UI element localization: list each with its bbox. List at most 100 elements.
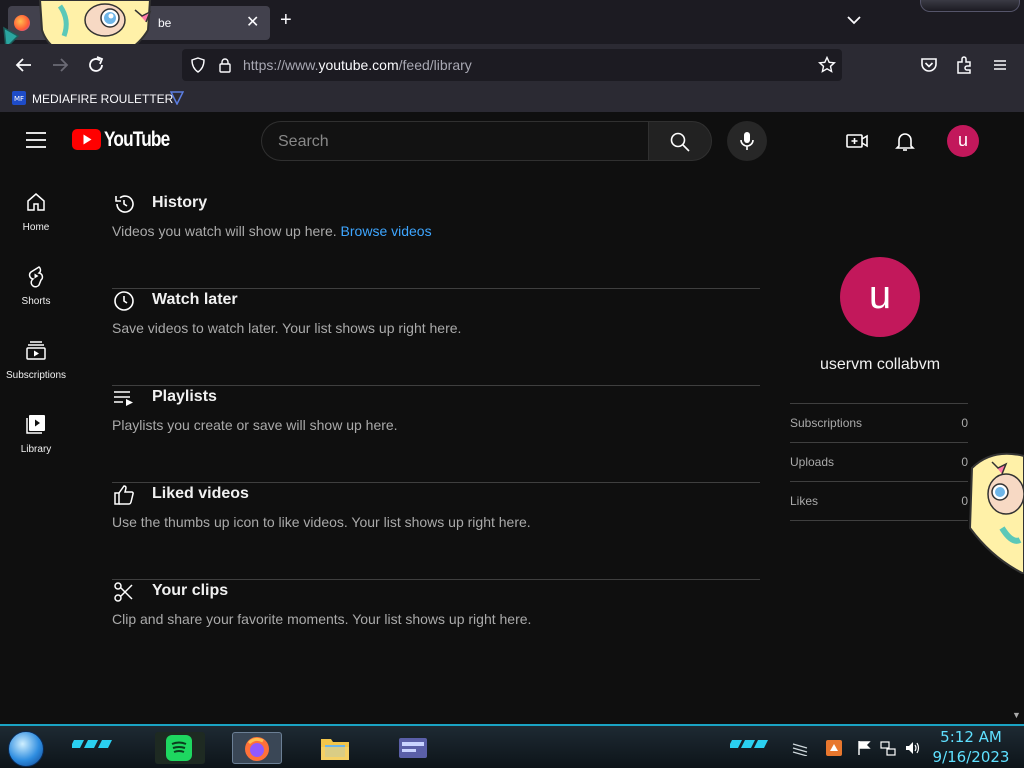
tab-title: be [158, 16, 172, 30]
scroll-down-arrow-icon[interactable]: ▼ [1012, 710, 1021, 720]
firefox-icon [245, 737, 269, 761]
stat-likes: Likes 0 [790, 481, 968, 520]
url-path: /feed/library [398, 57, 472, 73]
bookmark-second[interactable] [170, 91, 190, 106]
playlists-icon[interactable] [112, 386, 136, 410]
stat-label: Uploads [790, 455, 835, 469]
search-input[interactable]: Search [261, 121, 649, 161]
guide-item-shorts[interactable]: Shorts [0, 264, 72, 338]
taskbar-app-firefox[interactable] [232, 732, 282, 764]
search-icon [670, 132, 690, 152]
history-icon[interactable] [112, 192, 136, 216]
bookmark-icon [170, 91, 184, 105]
section-title[interactable]: History [152, 194, 207, 212]
clock-date[interactable]: 9/16/2023 [930, 748, 1012, 766]
create-video-icon[interactable] [845, 129, 869, 153]
home-icon [27, 193, 45, 211]
notifications-bell-icon[interactable] [893, 129, 917, 153]
bookmarks-toolbar: MF MEDIAFIRE ROULETTER [0, 86, 1024, 112]
address-bar[interactable]: https://www.youtube.com/feed/library [182, 49, 842, 81]
control-panel-icon [399, 738, 427, 758]
hamburger-menu-icon[interactable] [989, 54, 1011, 76]
section-description: Clip and share your favorite moments. Yo… [112, 611, 532, 627]
close-tab-icon[interactable]: ✕ [246, 12, 259, 32]
channel-name: uservm collabvm [819, 356, 941, 373]
voice-search-button[interactable] [727, 121, 767, 161]
browser-nav-bar: https://www.youtube.com/feed/library [0, 44, 1024, 86]
stat-subscriptions: Subscriptions 0 [790, 403, 968, 442]
section-title[interactable]: Your clips [152, 582, 228, 600]
search-placeholder: Search [278, 133, 329, 150]
youtube-page: YouTube Search u Home Shorts Subscriptio… [0, 112, 1024, 724]
section-description: Use the thumbs up icon to like videos. Y… [112, 514, 531, 530]
profile-avatar[interactable]: u [840, 257, 920, 337]
guide-item-home[interactable]: Home [0, 190, 72, 264]
logo-text: YouTube [104, 128, 170, 151]
guide-label: Library [20, 444, 52, 455]
show-desktop-icon[interactable] [792, 740, 808, 756]
forward-arrow-icon[interactable] [49, 54, 71, 76]
section-title[interactable]: Playlists [152, 388, 217, 406]
start-button[interactable] [8, 731, 44, 767]
taskbar-app-spotify[interactable] [155, 732, 205, 764]
section-description: Save videos to watch later. Your list sh… [112, 320, 462, 336]
chevron-down-icon[interactable] [844, 10, 864, 30]
watch-later-icon[interactable] [112, 289, 136, 313]
library-icon [26, 415, 45, 434]
reload-icon[interactable] [85, 54, 107, 76]
flag-icon[interactable] [856, 740, 872, 756]
stat-value: 0 [961, 416, 968, 430]
shield-icon[interactable] [190, 57, 206, 73]
guide-item-subscriptions[interactable]: Subscriptions [0, 338, 72, 412]
masthead: YouTube Search u [0, 112, 1024, 168]
section-description: Playlists you create or save will show u… [112, 417, 398, 433]
url-prefix: https://www. [243, 57, 319, 73]
lock-icon[interactable] [217, 57, 233, 73]
guide-menu-icon[interactable] [24, 130, 48, 150]
section-description: Videos you watch will show up here. Brow… [112, 223, 432, 239]
stat-label: Subscriptions [790, 416, 863, 430]
url-domain: youtube.com [318, 57, 399, 73]
browser-tab-bar: be ✕ + [0, 0, 1024, 60]
section-title[interactable]: Liked videos [152, 485, 249, 503]
guide-label: Shorts [21, 296, 51, 307]
taskbar: 5:12 AM 9/16/2023 [0, 724, 1024, 768]
thumbs-up-icon[interactable] [112, 483, 136, 507]
search-button[interactable] [648, 121, 712, 161]
section-your-clips: Your clips Clip and share your favorite … [112, 580, 760, 677]
pocket-icon[interactable] [918, 54, 940, 76]
clock-time[interactable]: 5:12 AM [930, 728, 1012, 746]
guide-label: Subscriptions [5, 370, 67, 381]
app-tray-icon[interactable] [826, 740, 842, 756]
taskbar-app-control-panel[interactable] [388, 732, 438, 764]
youtube-play-icon [72, 129, 101, 150]
extensions-icon[interactable] [953, 54, 975, 76]
window-frame-decoration [920, 0, 1020, 12]
bookmark-mediafire[interactable]: MF MEDIAFIRE ROULETTER [12, 91, 173, 106]
taskbar-decoration [72, 740, 112, 748]
back-arrow-icon[interactable] [13, 54, 35, 76]
bookmark-label: MEDIAFIRE ROULETTER [32, 92, 174, 106]
mediafire-icon: MF [12, 91, 26, 105]
section-desc-text: Videos you watch will show up here. [112, 223, 337, 239]
stats-divider [790, 520, 968, 521]
volume-icon[interactable] [904, 740, 920, 756]
subscriptions-icon [26, 341, 46, 360]
file-explorer-icon [321, 739, 349, 760]
taskbar-decoration [730, 740, 768, 748]
new-tab-button[interactable]: + [280, 10, 292, 30]
account-avatar[interactable]: u [947, 125, 979, 157]
stat-label: Likes [790, 494, 819, 508]
section-history: History Videos you watch will show up he… [112, 192, 760, 289]
section-liked-videos: Liked videos Use the thumbs up icon to l… [112, 483, 760, 580]
section-watch-later: Watch later Save videos to watch later. … [112, 289, 760, 386]
scissors-icon[interactable] [112, 580, 136, 604]
bookmark-star-icon[interactable] [818, 56, 836, 74]
guide-item-library[interactable]: Library [0, 412, 72, 486]
section-title[interactable]: Watch later [152, 291, 238, 309]
cartoon-sticker-image [968, 452, 1024, 574]
taskbar-app-file-explorer[interactable] [310, 732, 360, 764]
section-playlists: Playlists Playlists you create or save w… [112, 386, 760, 483]
browse-videos-link[interactable]: Browse videos [341, 223, 432, 239]
network-icon[interactable] [880, 740, 896, 756]
